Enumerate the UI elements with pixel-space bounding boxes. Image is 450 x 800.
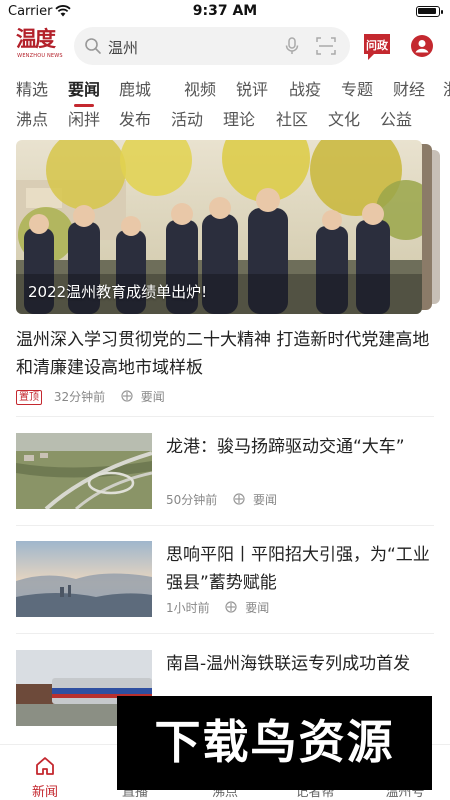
divider: [16, 416, 434, 417]
watermark-overlay: 下载鸟资源: [117, 696, 432, 790]
search-input[interactable]: 温州: [74, 27, 350, 65]
list-item[interactable]: 龙港：骏马扬蹄驱动交通“大车” 50分钟前 要闻: [16, 433, 434, 509]
pinned-badge: 置顶: [16, 390, 42, 405]
news-title: 思响平阳丨平阳招大引强，为“工业强县”蓄势赋能: [166, 545, 430, 593]
channel-label: 要闻: [140, 390, 165, 404]
headline-article-title[interactable]: 温州深入学习贯彻党的二十大精神 打造新时代党建高地和清廉建设高地市域样板: [16, 326, 436, 382]
channel-label: 要闻: [245, 601, 270, 615]
active-tab-indicator: [74, 104, 94, 107]
battery-icon: [416, 6, 443, 17]
channel-icon: [233, 493, 245, 505]
channel-tabs-secondary: 沸点 闲拌 发布 活动 理论 社区 文化 公益: [0, 108, 450, 138]
publish-time: 1小时前: [166, 601, 210, 615]
tab-lucheng[interactable]: 鹿城: [119, 78, 151, 102]
publish-time: 32分钟前: [53, 390, 106, 404]
headline-meta: 置顶 32分钟前 要闻: [16, 388, 165, 406]
list-item[interactable]: 思响平阳丨平阳招大引强，为“工业强县”蓄势赋能 1小时前 要闻: [16, 541, 434, 617]
news-meta: 1小时前 要闻: [166, 599, 269, 616]
logo-text: 温度: [16, 26, 56, 51]
news-meta: 50分钟前 要闻: [166, 491, 277, 508]
scan-icon[interactable]: [316, 37, 336, 55]
news-thumbnail: [16, 433, 152, 509]
news-title: 龙港：骏马扬蹄驱动交通“大车”: [166, 437, 405, 457]
logo-subtitle: WENZHOU NEWS: [17, 53, 63, 59]
tab-lilun[interactable]: 理论: [223, 108, 255, 132]
news-thumbnail: [16, 541, 152, 617]
app-header: 温度 WENZHOU NEWS 温州 问政: [0, 24, 450, 68]
tab-huodong[interactable]: 活动: [171, 108, 203, 132]
channel-icon: [121, 390, 133, 402]
feature-caption: 2022温州教育成绩单出炉!: [28, 283, 208, 301]
watermark-text: 下载鸟资源: [154, 715, 395, 769]
search-keyword: 温州: [108, 39, 139, 57]
tab-shequ[interactable]: 社区: [276, 108, 308, 132]
channel-icon: [225, 601, 238, 613]
tab-feidian[interactable]: 沸点: [16, 108, 48, 132]
nav-label: 新闻: [31, 785, 58, 800]
channel-label: 要闻: [252, 493, 277, 507]
home-icon: [36, 757, 54, 775]
tab-caijing[interactable]: 财经: [393, 78, 425, 102]
tab-ruiping[interactable]: 锐评: [236, 78, 268, 102]
wenzheng-label: 问政: [366, 38, 389, 52]
divider: [16, 633, 434, 634]
publish-time: 50分钟前: [166, 493, 218, 507]
tab-zhe[interactable]: 浙: [443, 78, 450, 102]
tab-jingxuan[interactable]: 精选: [16, 78, 48, 102]
app-logo[interactable]: 温度 WENZHOU NEWS: [16, 26, 64, 66]
divider: [16, 525, 434, 526]
tab-wenhua[interactable]: 文化: [328, 108, 360, 132]
feature-carousel[interactable]: 2022温州教育成绩单出炉!: [16, 140, 440, 314]
tab-gongyi[interactable]: 公益: [380, 108, 412, 132]
tab-zhuanti[interactable]: 专题: [341, 78, 373, 102]
user-profile-icon[interactable]: [410, 34, 434, 58]
nav-news[interactable]: 新闻: [0, 745, 90, 800]
news-title: 南昌-温州海铁联运专列成功首发: [166, 654, 411, 674]
status-bar: Carrier 9:37 AM: [0, 0, 450, 24]
microphone-icon[interactable]: [282, 36, 302, 56]
feature-image[interactable]: 2022温州教育成绩单出炉!: [16, 140, 422, 314]
channel-tabs: 精选 要闻 鹿城 视频 锐评 战疫 专题 财经 浙: [0, 78, 450, 174]
search-icon: [85, 38, 101, 54]
tab-fabu[interactable]: 发布: [119, 108, 151, 132]
tab-yaowen[interactable]: 要闻: [68, 78, 100, 107]
tab-xianban[interactable]: 闲拌: [68, 108, 100, 132]
tab-shipin[interactable]: 视频: [184, 78, 216, 102]
wenzheng-icon[interactable]: 问政: [360, 30, 394, 62]
clock: 9:37 AM: [192, 3, 258, 19]
tab-zhanyi[interactable]: 战疫: [289, 78, 321, 102]
